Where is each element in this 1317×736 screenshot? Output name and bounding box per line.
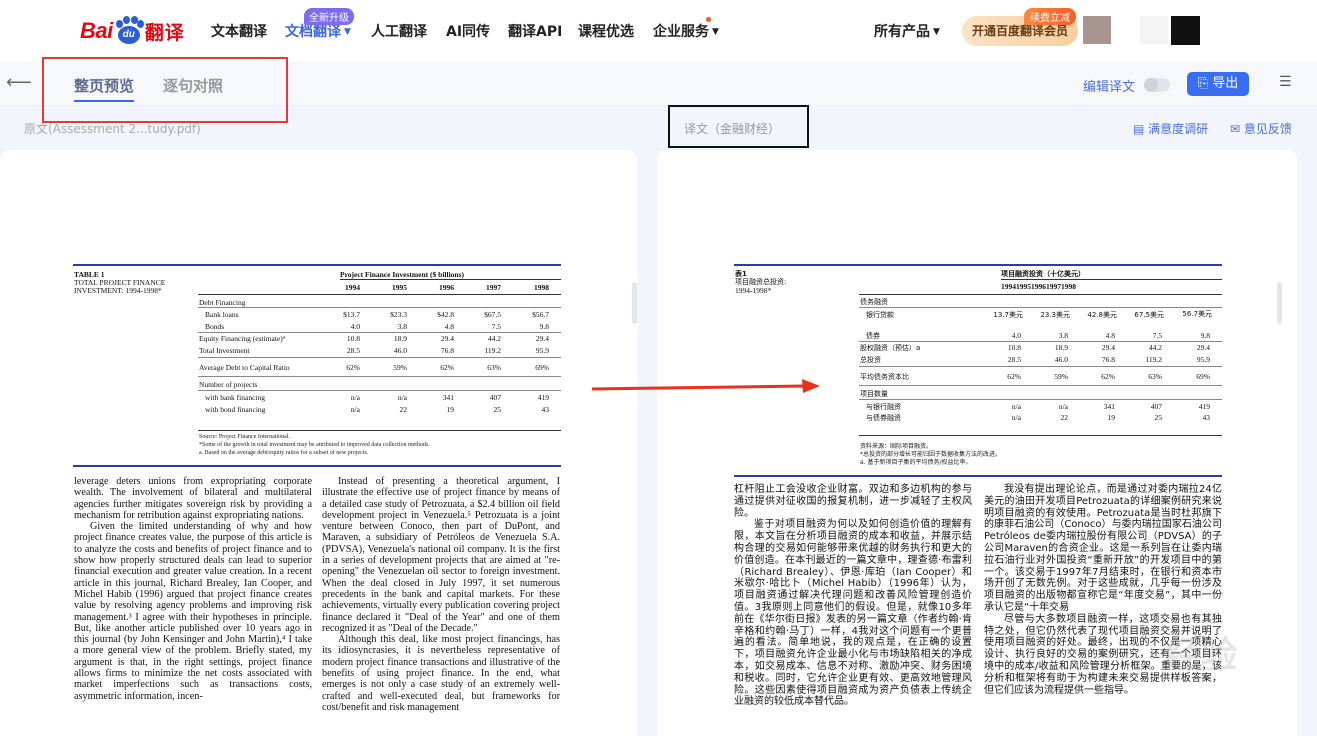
top-navbar: Bai du 翻译 文本翻译 文档翻译 ▼ 全新升级 人工翻译 AI同传 翻译AP… [0,0,1317,62]
right-scrollbar[interactable] [1277,282,1282,324]
edit-translation-label: 编辑译文 [1083,80,1136,95]
left-scrollbar[interactable] [632,282,637,324]
all-products-menu[interactable]: 所有产品 ▼ [874,21,940,41]
notification-dot [706,17,711,22]
translation-domain-label[interactable]: 译文（金融财经） [684,120,780,137]
watermark: 经验 [1165,635,1238,676]
original-file-name: 原文(Assessment 2...tudy.pdf) [24,122,201,136]
annotation-red-box [42,57,288,123]
survey-link[interactable]: ▤ 满意度调研 [1133,120,1208,137]
export-icon: ⎘ [1197,76,1213,91]
list-icon[interactable]: ☰ [1279,74,1292,90]
original-document-panel[interactable]: TABLE 1 TOTAL PROJECT FINANCE INVESTMENT… [0,150,637,736]
survey-icon: ▤ [1133,122,1149,136]
arrow-left-icon[interactable]: ⟵ [6,72,32,93]
nav-ai-interpret[interactable]: AI同传 [446,21,490,41]
original-column-2: Instead of presenting a theoretical argu… [322,476,560,713]
annotation-arrow [592,379,820,393]
paw-icon: du [114,16,144,46]
nav-translate-api[interactable]: 翻译API [508,21,562,41]
original-column-1: leverage deters unions from expropriatin… [74,476,312,702]
new-upgrade-badge: 全新升级 [304,8,354,25]
feedback-link[interactable]: ✉ 意见反馈 [1230,120,1292,137]
export-button[interactable]: ⎘ 导出 [1187,72,1249,96]
user-placeholder [1140,16,1168,44]
chevron-down-icon: ▼ [933,27,940,37]
nav-courses[interactable]: 课程优选 [578,21,634,41]
avatar[interactable] [1083,16,1111,44]
nav-enterprise[interactable]: 企业服务 ▼ [653,21,719,41]
translated-column-1: 杠杆阻止工会没收企业财富。双边和多边机构的参与通过提供对征收国的报复机制，进一步… [734,484,972,708]
nav-human-translate[interactable]: 人工翻译 [371,21,427,41]
edit-translation-toggle[interactable] [1144,78,1170,92]
baidu-translate-logo[interactable]: Bai du 翻译 [80,16,185,46]
chevron-down-icon: ▼ [344,27,351,37]
renew-discount-badge: 续费立减 [1024,8,1076,25]
nav-text-translate[interactable]: 文本翻译 [211,21,267,41]
user-menu-block[interactable] [1171,16,1200,45]
mail-icon: ✉ [1230,122,1244,136]
chevron-down-icon: ▼ [712,27,719,37]
